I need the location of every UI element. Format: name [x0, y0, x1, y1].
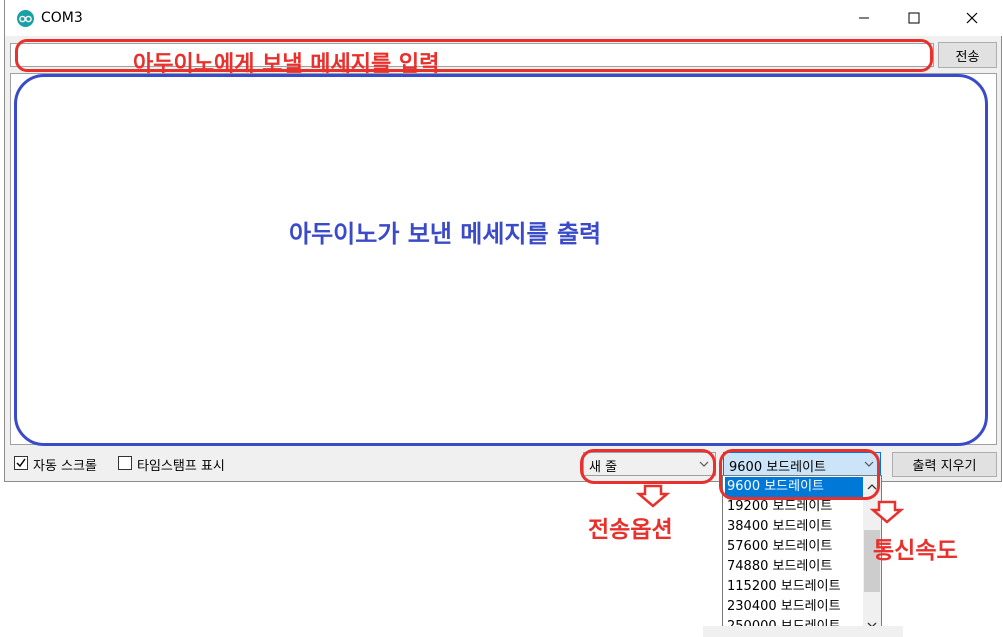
- line-ending-highlight-oval: [580, 449, 716, 484]
- baud-option[interactable]: 230400 보드레이트: [725, 597, 863, 617]
- timestamp-checkbox[interactable]: [118, 456, 132, 470]
- baud-option[interactable]: 74880 보드레이트: [725, 557, 863, 577]
- clear-output-button[interactable]: 출력 지우기: [892, 452, 997, 477]
- line-ending-annotation: 전송옵션: [588, 517, 673, 543]
- output-highlight-oval: [14, 74, 988, 446]
- baud-option[interactable]: 38400 보드레이트: [725, 517, 863, 537]
- checkmark-icon: [16, 458, 26, 468]
- autoscroll-label: 자동 스크롤: [33, 459, 97, 474]
- baud-annotation: 통신속도: [873, 538, 958, 564]
- autoscroll-checkbox[interactable]: [14, 456, 28, 470]
- window-shadow-strip: [703, 626, 903, 637]
- baud-highlight-oval: [719, 449, 880, 500]
- title-bar: COM3: [5, 0, 1003, 36]
- minimize-button[interactable]: [841, 0, 887, 36]
- down-arrow-icon: [870, 500, 904, 524]
- baud-option[interactable]: 57600 보드레이트: [725, 537, 863, 557]
- send-button[interactable]: 전송: [938, 42, 997, 68]
- timestamp-label: 타임스탬프 표시: [137, 459, 225, 474]
- window-title: COM3: [41, 10, 83, 26]
- close-button[interactable]: [949, 0, 995, 36]
- maximize-button[interactable]: [891, 0, 937, 36]
- down-arrow-icon: [636, 484, 670, 508]
- arduino-logo-icon: [17, 10, 34, 27]
- baud-option[interactable]: 115200 보드레이트: [725, 577, 863, 597]
- baud-option[interactable]: 19200 보드레이트: [725, 497, 863, 517]
- output-annotation: 아두이노가 보낸 메세지를 출력: [289, 220, 602, 248]
